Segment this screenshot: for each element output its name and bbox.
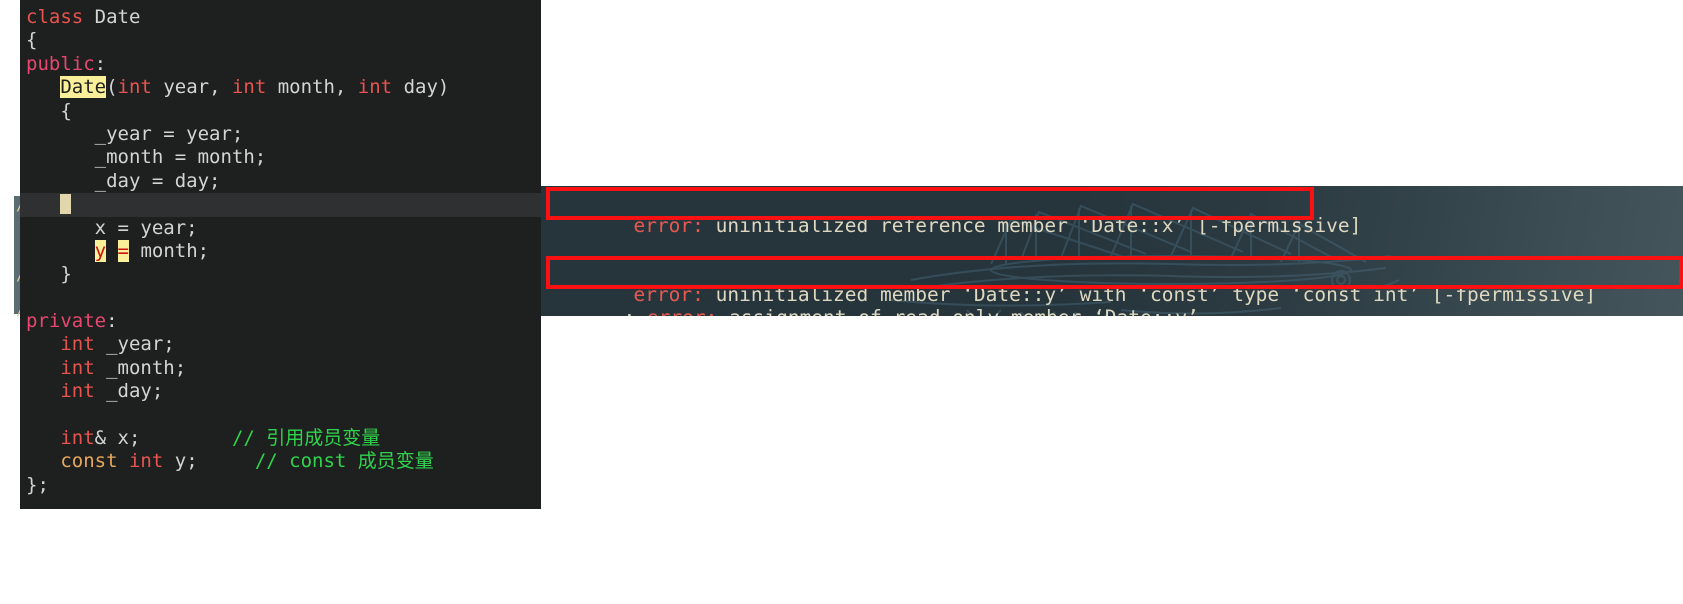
code-token: { [26,29,38,52]
code-line[interactable]: _year = year; [20,123,541,146]
code-token: { [26,99,72,122]
code-line[interactable]: class Date [20,6,541,29]
code-line[interactable]: _month = month; [20,146,541,169]
code-token: _day = day; [26,169,221,192]
code-token: y [94,239,107,262]
error-message-3: assignment of read-only member ‘Date::y’ [717,306,1199,317]
code-line[interactable]: public: [20,53,541,76]
code-token: _month; [94,356,187,379]
code-line[interactable]: Date(int year, int month, int day) [20,76,541,99]
code-token: _day; [94,380,164,403]
code-token: Date [60,76,107,99]
error-prefix-3: : [623,306,646,317]
code-line[interactable]: x = year; [20,217,541,240]
code-token: Date [94,6,141,28]
code-token: & x; [94,427,141,450]
code-token: // 引用成员变量 [231,427,381,450]
code-token: day) [392,76,450,99]
code-editor-panel[interactable]: class Date{public: Date(int year, int mo… [20,0,541,509]
code-line[interactable]: int _month; [20,357,541,380]
code-line[interactable]: const int y; // const 成员变量 [20,450,541,473]
code-token: int [231,76,267,99]
code-line[interactable]: { [20,100,541,123]
code-token: int [128,450,164,473]
code-token: // const 成员变量 [254,450,434,473]
screenshot-root: / / / class Date{public: Date(int year, … [0,0,1683,604]
code-token: int [357,76,393,99]
code-line[interactable]: y = month; [20,239,541,263]
code-line[interactable]: }; [20,474,541,497]
code-line[interactable]: int _year; [20,333,541,356]
code-token: _month = month; [26,146,267,169]
code-token: int [60,356,95,379]
code-line[interactable]: private: [20,310,541,333]
error-line-3: : error: assignment of read-only member … [553,285,1199,317]
code-token: _year = year; [26,122,244,145]
code-token: _year; [94,333,175,356]
code-token: int [60,427,95,450]
code-token: public [26,52,95,75]
code-line[interactable] [20,193,541,217]
code-token: class [26,6,95,28]
error-label-1: error: [633,214,704,237]
code-token: month; [129,239,210,262]
code-line[interactable]: } [20,263,541,286]
code-line[interactable]: { [20,29,541,52]
code-line[interactable]: int _day; [20,380,541,403]
code-token: int [117,76,152,99]
code-token: } [26,263,72,286]
error-line-1: error: uninitialized reference member ‘D… [563,193,1361,259]
code-token: month, [266,76,358,99]
text-cursor [60,194,72,215]
code-token: y; [163,450,198,473]
compiler-output-terminal[interactable]: error: uninitialized reference member ‘D… [541,186,1683,316]
code-token: const [60,450,118,473]
code-token: : [94,52,107,75]
code-token: x = year; [26,216,198,239]
code-line[interactable]: int& x; // 引用成员变量 [20,427,541,450]
code-token: ( [106,76,118,99]
code-line[interactable] [20,287,541,310]
code-token: }; [26,473,49,496]
code-line[interactable] [20,404,541,427]
code-token: private [26,310,107,333]
code-token: = [117,239,129,262]
code-token: year, [151,76,232,99]
code-token: int [60,333,95,356]
error-label-3: error: [647,306,717,317]
code-lines-container[interactable]: class Date{public: Date(int year, int mo… [20,6,541,497]
code-token: : [106,310,118,333]
code-token: int [60,380,95,403]
error-message-1: uninitialized reference member ‘Date::x’… [703,214,1362,237]
code-line[interactable]: _day = day; [20,170,541,193]
